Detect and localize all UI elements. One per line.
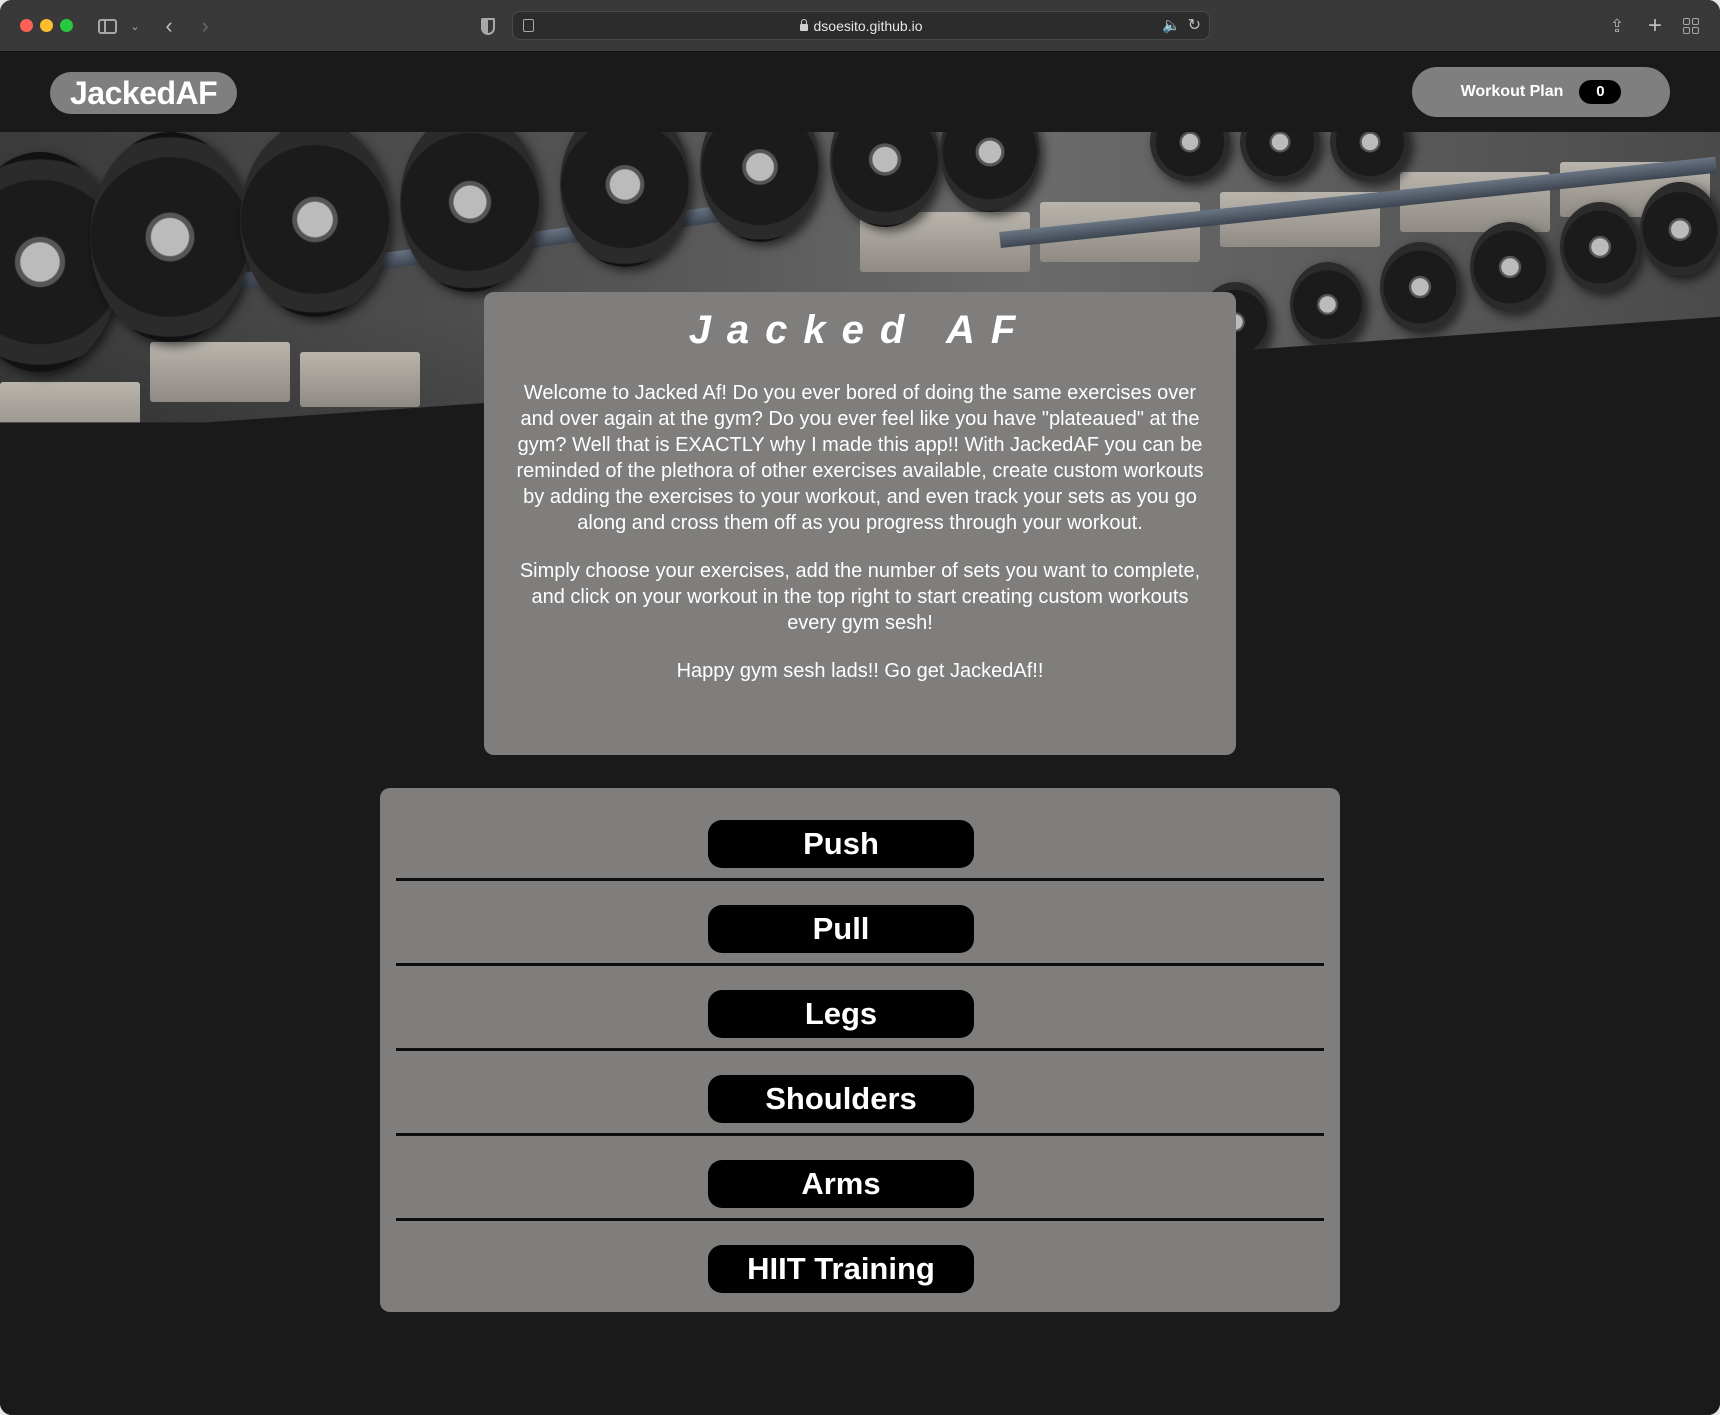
category-row: Arms: [396, 1160, 1324, 1245]
intro-title: Jacked AF: [688, 308, 1032, 352]
workout-plan-label: Workout Plan: [1460, 83, 1564, 100]
category-row: HIIT Training: [396, 1245, 1324, 1330]
brand-logo[interactable]: JackedAF: [50, 72, 238, 114]
grid-icon[interactable]: [1682, 14, 1700, 38]
category-button-arms[interactable]: Arms: [708, 1160, 974, 1208]
category-row: Legs: [396, 990, 1324, 1075]
shield-icon[interactable]: [478, 14, 498, 38]
category-button-hiit-training[interactable]: HIIT Training: [708, 1245, 974, 1293]
exercise-categories: Push Pull Legs Shoulders Arms HIIT Train…: [380, 788, 1340, 1312]
address-bar[interactable]: dsoesito.github.io 🔈 ↻: [512, 11, 1210, 40]
intro-paragraph-instructions: Simply choose your exercises, add the nu…: [519, 560, 1201, 634]
web-page: JackedAF Workout Plan 0 Jacked AF Welcom…: [0, 53, 1720, 1415]
plus-icon[interactable]: +: [1646, 12, 1664, 39]
intro-paragraph-signoff: Happy gym sesh lads!! Go get JackedAf!!: [676, 660, 1044, 682]
intro-card: Jacked AF Welcome to Jacked Af! Do you e…: [484, 292, 1236, 755]
category-button-shoulders[interactable]: Shoulders: [708, 1075, 974, 1123]
category-button-push[interactable]: Push: [708, 820, 974, 868]
url-text: dsoesito.github.io: [513, 18, 1209, 34]
share-icon[interactable]: ⇪: [1608, 14, 1626, 38]
category-button-legs[interactable]: Legs: [708, 990, 974, 1038]
workout-plan-count-badge: 0: [1579, 80, 1622, 104]
minimize-window-button[interactable]: [40, 19, 53, 32]
intro-paragraph-welcome: Welcome to Jacked Af! Do you ever bored …: [516, 382, 1204, 534]
category-row: Pull: [396, 905, 1324, 990]
browser-toolbar: ⌄ ‹ › dsoesito.github.io 🔈 ↻ ⇪ +: [0, 0, 1720, 52]
category-row: Push: [396, 820, 1324, 905]
chevron-right-icon[interactable]: ›: [196, 13, 214, 38]
lock-icon: [799, 19, 808, 31]
category-button-pull[interactable]: Pull: [708, 905, 974, 953]
reload-icon[interactable]: ↻: [1188, 15, 1201, 35]
zoom-window-button[interactable]: [60, 19, 73, 32]
speaker-icon[interactable]: 🔈: [1162, 16, 1181, 34]
navbar: JackedAF Workout Plan 0: [0, 53, 1720, 132]
browser-window: ⌄ ‹ › dsoesito.github.io 🔈 ↻ ⇪ + JackedA…: [0, 0, 1720, 1415]
close-window-button[interactable]: [20, 19, 33, 32]
workout-plan-button[interactable]: Workout Plan 0: [1412, 67, 1670, 117]
category-row: Shoulders: [396, 1075, 1324, 1160]
url-value: dsoesito.github.io: [813, 18, 923, 34]
chevron-down-icon[interactable]: ⌄: [128, 14, 142, 38]
chevron-left-icon[interactable]: ‹: [160, 13, 178, 38]
sidebar-icon[interactable]: [96, 14, 118, 38]
